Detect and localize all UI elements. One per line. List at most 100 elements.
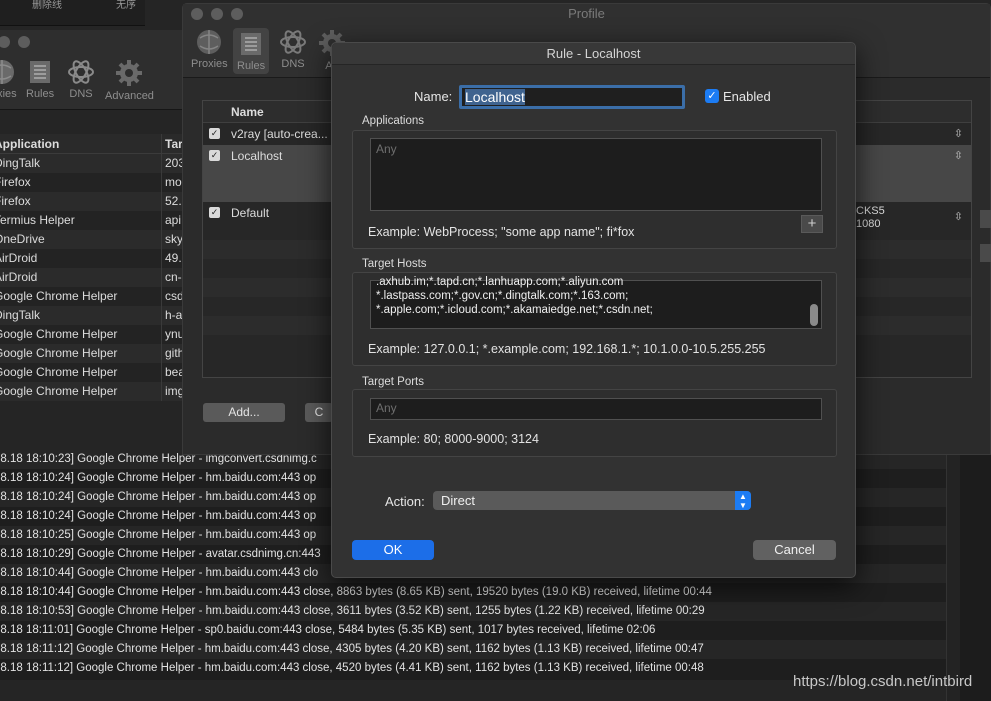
table-row[interactable]: Termius Helperapi. [0,211,182,230]
table-row[interactable]: DingTalk203 [0,154,182,173]
move-up-arrow-icon[interactable] [980,210,991,228]
column-header-target[interactable]: Tar [162,134,182,153]
hosts-line: *.apple.com;*.icloud.com;*.akamaiedge.ne… [376,304,653,316]
table-row[interactable]: Google Chrome Helper gith [0,344,182,363]
tab-label: DNS [281,58,305,70]
tab-proxies[interactable]: Proxies [0,58,21,100]
connections-table: Application Tar DingTalk203Firefoxmo:Fir… [0,134,182,401]
applications-input[interactable]: Any [370,138,822,211]
table-row[interactable]: OneDrivesky [0,230,182,249]
cell-target: api. [165,213,182,227]
window-zoom-button[interactable] [0,36,10,48]
window-close-button[interactable] [191,8,203,20]
window-minimize-button[interactable] [18,36,30,48]
tab-label: Proxies [191,58,228,70]
target-hosts-example: Example: 127.0.0.1; *.example.com; 192.1… [368,342,766,356]
globe-icon [197,30,222,54]
add-application-button[interactable]: + [801,215,823,233]
name-label: Name: [414,89,453,104]
applications-example: Example: WebProcess; "some app name"; fi… [368,225,635,239]
rules-list-icon [241,33,262,55]
table-row[interactable]: Google Chrome Helper img [0,382,182,401]
copy-rule-button[interactable]: C [305,403,333,422]
move-down-arrow-icon[interactable] [980,244,991,262]
rule-dialog: Rule - Localhost Name: Localhost ✓ Enabl… [331,42,856,578]
cell-application: Google Chrome Helper [0,363,162,382]
strip-label: 删除线 [32,0,62,11]
chevron-updown-icon: ▲ ▼ [735,491,751,510]
table-row[interactable]: Google Chrome Helper ynu [0,325,182,344]
cell-application: Google Chrome Helper [0,344,162,363]
tab-dns[interactable]: DNS [279,28,307,70]
table-row[interactable]: Firefoxmo: [0,173,182,192]
action-label: Action: [385,494,425,509]
cell-application: OneDrive [0,230,162,249]
rule-name: v2ray [auto-crea... [231,127,328,141]
rule-enabled-checkbox[interactable]: ✓ [209,207,220,218]
cell-application: AirDroid [0,268,162,287]
cell-target: cn- [165,270,182,284]
cell-application: DingTalk [0,306,162,325]
background-window-strip: 删除线 无序 [0,0,145,26]
table-row[interactable]: AirDroidcn- [0,268,182,287]
target-ports-input[interactable]: Any [370,398,822,420]
cell-target: ynu [165,327,182,341]
ok-button[interactable]: OK [352,540,434,560]
target-hosts-input[interactable]: .axhub.im;*.tapd.cn;*.lanhuapp.com;*.ali… [370,276,822,329]
dns-atom-icon [280,30,306,54]
tab-rules[interactable]: Rules [26,58,54,100]
table-row[interactable]: Firefox52. [0,192,182,211]
rule-enabled-checkbox[interactable]: ✓ [209,128,220,139]
name-input[interactable]: Localhost [459,85,685,109]
target-ports-label: Target Ports [362,376,424,388]
dialog-title: Rule - Localhost [332,43,855,65]
cell-target: 52. [165,194,182,208]
tab-label: Rules [26,88,55,100]
tab-label: DNS [69,88,93,100]
enabled-label: Enabled [723,89,771,104]
hosts-line: *.lastpass.com;*.gov.cn;*.dingtalk.com;*… [376,290,629,302]
table-row[interactable]: Google Chrome Helper csd [0,287,182,306]
table-body: DingTalk203Firefoxmo:Firefox52.Termius H… [0,154,182,401]
add-rule-button[interactable]: Add... [203,403,285,422]
chevron-updown-icon[interactable]: ⇳ [954,123,963,145]
cancel-button[interactable]: Cancel [753,540,836,560]
log-scrollbar[interactable] [946,450,960,701]
rule-enabled-checkbox[interactable]: ✓ [209,150,220,161]
table-row[interactable]: DingTalkh-a [0,306,182,325]
cell-application: Termius Helper [0,211,162,230]
chevron-updown-icon[interactable]: ⇳ [954,145,963,167]
cell-target: mo: [165,175,182,189]
main-toolbar: Proxies Rules DNS Advanced [0,54,182,110]
log-line: 08.18 18:10:44] Google Chrome Helper - h… [0,586,712,598]
window-zoom-button[interactable] [231,8,243,20]
hosts-scrollbar-thumb[interactable] [810,304,818,326]
dns-atom-icon [68,60,94,84]
log-line: 08.18 18:10:53] Google Chrome Helper - h… [0,602,946,621]
cell-application: Google Chrome Helper [0,325,162,344]
tab-advanced[interactable]: Advanced [105,58,154,102]
table-row[interactable]: Google Chrome Helper bea [0,363,182,382]
target-ports-example: Example: 80; 8000-9000; 3124 [368,432,539,446]
column-header-application[interactable]: Application [0,134,162,153]
cell-target: csd [165,289,182,303]
enabled-checkbox[interactable]: ✓ [705,89,719,103]
table-row[interactable]: AirDroid49. [0,249,182,268]
log-line: 08.18 18:11:12] Google Chrome Helper - h… [0,640,946,659]
main-titlebar [0,30,182,54]
log-line: 08.18 18:11:01] Google Chrome Helper - s… [0,624,656,636]
globe-icon [0,60,15,84]
rule-proxy-value: CKS5 1080 [856,205,885,230]
cell-application: Firefox [0,192,162,211]
watermark-text: https://blog.csdn.net/intbird [793,673,973,690]
tab-rules[interactable]: Rules [233,28,270,74]
cell-application: DingTalk [0,154,162,173]
tab-proxies[interactable]: Proxies [191,28,228,70]
action-select[interactable]: Direct ▲ ▼ [433,491,751,510]
chevron-updown-icon[interactable]: ⇳ [954,206,963,228]
tab-dns[interactable]: DNS [67,58,95,100]
rules-list-icon [30,61,51,83]
profile-title: Profile [568,6,605,21]
rule-name: Default [231,206,270,220]
window-minimize-button[interactable] [211,8,223,20]
